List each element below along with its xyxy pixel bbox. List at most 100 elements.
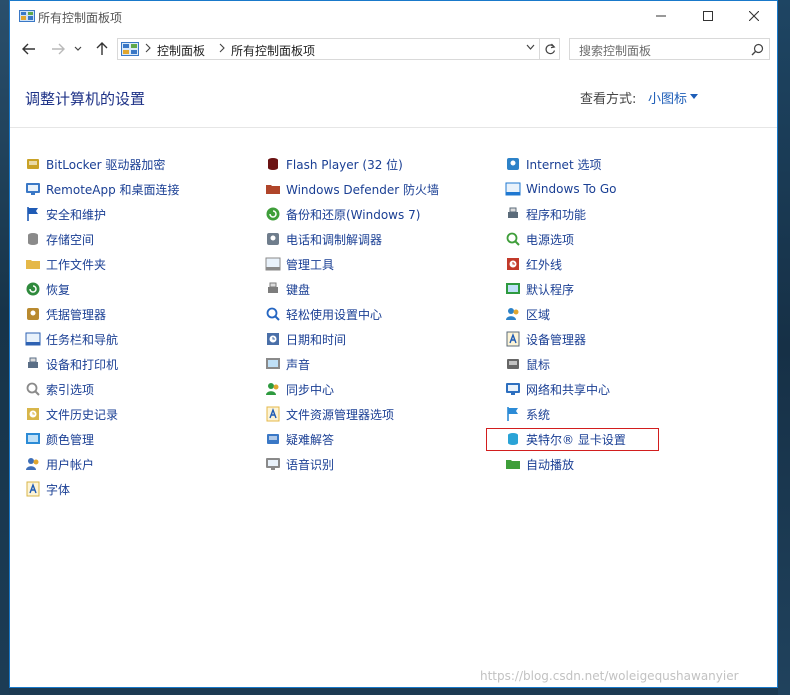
control-panel-item[interactable]: 索引选项: [25, 379, 94, 399]
control-panel-item[interactable]: 自动播放: [505, 454, 574, 474]
breadcrumb-all-items[interactable]: 所有控制面板项: [231, 42, 315, 59]
control-panel-item[interactable]: 安全和维护: [25, 204, 106, 224]
control-panel-item[interactable]: 键盘: [265, 279, 310, 299]
view-by-caret-icon[interactable]: [690, 94, 698, 99]
control-panel-item-label: 键盘: [286, 282, 311, 297]
control-panel-item[interactable]: 用户帐户: [25, 454, 94, 474]
intel-graphics-icon: [508, 433, 518, 445]
control-panel-item[interactable]: 红外线: [505, 254, 562, 274]
user-accounts-icon: [26, 458, 39, 470]
device-manager-icon: [506, 331, 520, 347]
default-programs-icon: [506, 283, 520, 294]
control-panel-item[interactable]: 默认程序: [505, 279, 574, 299]
control-panel-item-label: 疑难解答: [286, 432, 335, 447]
control-panel-item-label: 自动播放: [526, 457, 575, 472]
control-panel-item[interactable]: 系统: [505, 404, 550, 424]
control-panel-item[interactable]: 备份和还原(Windows 7): [265, 204, 420, 224]
control-panel-item[interactable]: 恢复: [25, 279, 70, 299]
up-button[interactable]: [92, 39, 112, 59]
control-panel-item[interactable]: 设备和打印机: [25, 354, 118, 374]
control-panel-item[interactable]: 颜色管理: [25, 429, 94, 449]
control-panel-item[interactable]: 鼠标: [505, 354, 550, 374]
troubleshoot-icon: [267, 434, 279, 444]
desktop-background-left: [0, 0, 9, 695]
control-panel-item[interactable]: 英特尔® 显卡设置: [505, 429, 626, 449]
page-header: 调整计算机的设置 查看方式: 小图标: [10, 77, 777, 128]
control-panel-item[interactable]: Internet 选项: [505, 154, 601, 174]
keyboard-icon: [268, 282, 278, 293]
arrow-right-icon: [52, 43, 65, 55]
control-panel-item[interactable]: 字体: [25, 479, 70, 499]
control-panel-item[interactable]: 轻松使用设置中心: [265, 304, 382, 324]
search-placeholder: 搜索控制面板: [579, 44, 652, 58]
forward-button[interactable]: [48, 39, 68, 59]
folder-icon: [26, 260, 40, 269]
control-panel-item[interactable]: Windows To Go: [505, 179, 616, 199]
network-icon: [506, 383, 520, 395]
search-input[interactable]: 搜索控制面板: [569, 38, 770, 60]
refresh-icon: [545, 43, 555, 55]
arrow-up-icon: [96, 42, 108, 55]
control-panel-window: 所有控制面板项 控制面板 所有控制面板项 搜索控制面板 调整计算机的设置 查看方…: [9, 0, 778, 688]
control-panel-item[interactable]: 文件资源管理器选项: [265, 404, 394, 424]
control-panel-item-label: 语音识别: [286, 457, 335, 472]
control-panel-item[interactable]: 疑难解答: [265, 429, 334, 449]
control-panel-item[interactable]: Windows Defender 防火墙: [265, 179, 439, 199]
control-panel-item[interactable]: RemoteApp 和桌面连接: [25, 179, 180, 199]
refresh-button[interactable]: [540, 38, 560, 60]
control-panel-item-label: 颜色管理: [46, 432, 95, 447]
color-management-icon: [26, 433, 40, 444]
minimize-button[interactable]: [638, 1, 684, 31]
windows-to-go-icon: [505, 182, 521, 196]
control-panel-item[interactable]: 程序和功能: [505, 204, 586, 224]
maximize-button[interactable]: [685, 1, 731, 31]
control-panel-item[interactable]: 声音: [265, 354, 310, 374]
speaker-icon: [266, 358, 280, 369]
control-panel-item[interactable]: 网络和共享中心: [505, 379, 610, 399]
control-panel-item-label: 红外线: [526, 257, 563, 272]
control-panel-item-label: 凭据管理器: [46, 307, 107, 322]
control-panel-item-label: 默认程序: [526, 282, 575, 297]
view-by-dropdown[interactable]: 小图标: [648, 88, 687, 107]
control-panel-item[interactable]: 电源选项: [505, 229, 574, 249]
control-panel-item[interactable]: 任务栏和导航: [25, 329, 118, 349]
title-bar[interactable]: 所有控制面板项: [10, 1, 777, 33]
control-panel-item[interactable]: 管理工具: [265, 254, 334, 274]
control-panel-item[interactable]: 存储空间: [25, 229, 94, 249]
flash-icon: [268, 158, 278, 170]
folder-options-icon: [266, 406, 280, 422]
control-panel-item[interactable]: 日期和时间: [265, 329, 346, 349]
close-button[interactable]: [731, 1, 777, 31]
control-panel-item[interactable]: 电话和调制解调器: [265, 229, 382, 249]
address-bar[interactable]: 控制面板 所有控制面板项: [117, 38, 540, 60]
back-button[interactable]: [19, 39, 39, 59]
control-panel-small-icon: [121, 42, 139, 56]
file-history-icon: [27, 408, 39, 420]
control-panel-item[interactable]: Flash Player (32 位): [265, 154, 403, 174]
control-panel-item[interactable]: 区域: [505, 304, 550, 324]
control-panel-item[interactable]: 文件历史记录: [25, 404, 118, 424]
control-panel-item[interactable]: 语音识别: [265, 454, 334, 474]
remoteapp-icon: [26, 183, 40, 195]
control-panel-item[interactable]: 同步中心: [265, 379, 334, 399]
control-panel-item-label: 字体: [46, 482, 71, 497]
index-icon: [26, 382, 40, 396]
control-panel-item[interactable]: 凭据管理器: [25, 304, 106, 324]
desktop-background-right: [778, 0, 790, 695]
backup-icon: [266, 207, 280, 221]
search-icon[interactable]: [751, 43, 764, 56]
recent-locations-button[interactable]: [71, 39, 85, 59]
control-panel-item-label: 管理工具: [286, 257, 335, 272]
control-panel-item-label: 设备和打印机: [46, 357, 119, 372]
address-dropdown-icon[interactable]: [526, 44, 535, 51]
control-panel-item-label: 索引选项: [46, 382, 95, 397]
control-panel-item[interactable]: 工作文件夹: [25, 254, 106, 274]
printer-icon: [28, 357, 38, 368]
breadcrumb-control-panel[interactable]: 控制面板: [157, 42, 205, 59]
maximize-icon: [703, 11, 713, 21]
control-panel-item[interactable]: 设备管理器: [505, 329, 586, 349]
control-panel-item-label: Internet 选项: [526, 157, 602, 172]
control-panel-item-label: 工作文件夹: [46, 257, 107, 272]
control-panel-item[interactable]: BitLocker 驱动器加密: [25, 154, 165, 174]
control-panel-item-label: 电话和调制解调器: [286, 232, 383, 247]
